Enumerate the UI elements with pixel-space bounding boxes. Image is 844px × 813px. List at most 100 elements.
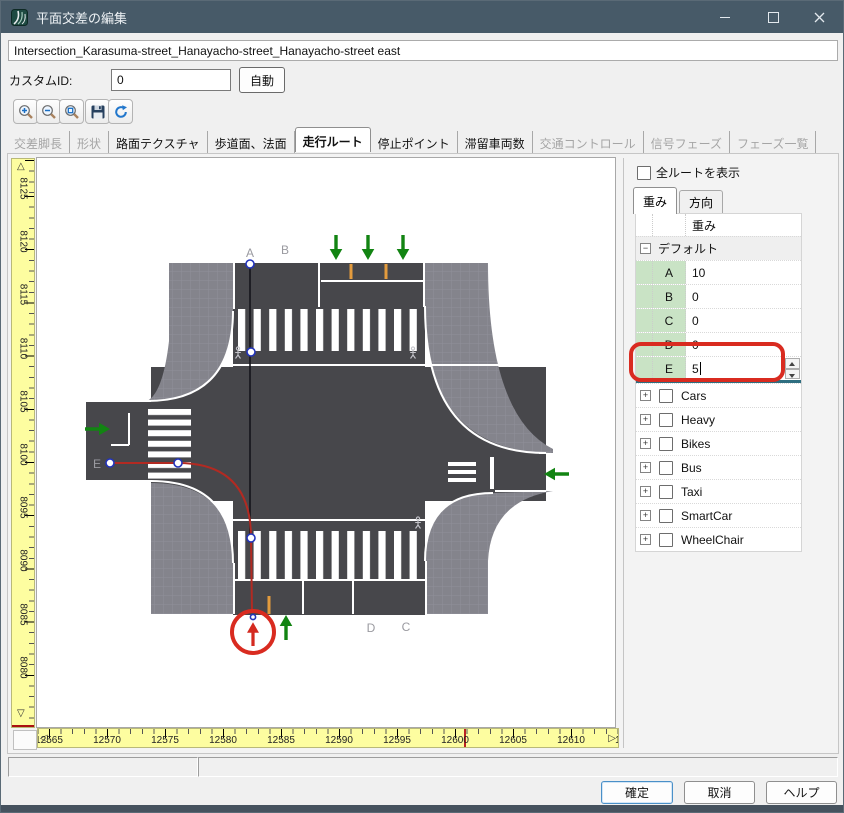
ruler-label: 8095 bbox=[18, 493, 29, 523]
ruler-label: 8090 bbox=[18, 546, 29, 576]
crosswalk-south bbox=[238, 531, 418, 579]
tab-hodoumen[interactable]: 歩道面、法面 bbox=[208, 131, 295, 154]
minimize-button[interactable] bbox=[703, 1, 747, 33]
tab-soukou-route[interactable]: 走行ルート bbox=[295, 127, 371, 152]
highlight-box-annotation bbox=[629, 342, 785, 382]
show-all-routes-row[interactable]: 全ルートを表示 bbox=[637, 164, 740, 181]
vehicle-row-cars[interactable]: Cars bbox=[636, 383, 801, 407]
weight-row-c[interactable]: C 0 bbox=[636, 308, 801, 332]
vehicle-label: Cars bbox=[681, 389, 706, 403]
weight-row-a[interactable]: A 10 bbox=[636, 260, 801, 284]
refresh-icon bbox=[113, 104, 129, 120]
custom-id-input[interactable]: 0 bbox=[111, 69, 231, 91]
refresh-button[interactable] bbox=[108, 99, 133, 124]
cancel-button[interactable]: 取消 bbox=[684, 781, 755, 804]
group-row-default[interactable]: デフォルト bbox=[636, 236, 801, 260]
minimize-icon bbox=[720, 17, 730, 18]
subtab-direction[interactable]: 方向 bbox=[679, 190, 723, 213]
vehicle-checkbox[interactable] bbox=[659, 413, 673, 427]
vehicle-row-smartcar[interactable]: SmartCar bbox=[636, 503, 801, 527]
ruler-label: 12565 bbox=[37, 735, 71, 746]
weight-value-cell[interactable]: 0 bbox=[686, 309, 801, 332]
ruler-label: 12575 bbox=[143, 735, 187, 746]
map-canvas[interactable]: A B E D C bbox=[37, 158, 615, 727]
vehicle-checkbox[interactable] bbox=[659, 509, 673, 523]
tab-romen-texture[interactable]: 路面テクスチャ bbox=[109, 131, 208, 154]
help-button[interactable]: ヘルプ bbox=[766, 781, 837, 804]
tab-tairyuu[interactable]: 滞留車両数 bbox=[458, 131, 533, 154]
vehicle-checkbox[interactable] bbox=[659, 485, 673, 499]
weight-spinner[interactable] bbox=[785, 358, 800, 379]
group-label: デフォルト bbox=[658, 240, 718, 257]
vehicle-row-wheelchair[interactable]: WheelChair bbox=[636, 527, 801, 551]
auto-button[interactable]: 自動 bbox=[239, 67, 285, 93]
arrow-down-icon bbox=[362, 235, 375, 260]
spinner-up-icon[interactable] bbox=[785, 358, 800, 369]
zoom-region-button[interactable] bbox=[59, 99, 84, 124]
subtab-weight[interactable]: 重み bbox=[633, 187, 677, 214]
intersection-map: A B E D C bbox=[37, 158, 615, 727]
close-icon bbox=[814, 12, 825, 23]
collapse-icon[interactable] bbox=[640, 243, 651, 254]
ruler-scroll-up-icon[interactable]: △ bbox=[17, 162, 25, 172]
save-button[interactable] bbox=[85, 99, 110, 124]
ruler-label: 12605 bbox=[491, 735, 535, 746]
statusbar-right bbox=[198, 757, 838, 777]
ruler-label: 8110 bbox=[18, 334, 29, 364]
zoom-out-button[interactable] bbox=[36, 99, 61, 124]
vehicle-row-heavy[interactable]: Heavy bbox=[636, 407, 801, 431]
ruler-label: 8105 bbox=[18, 387, 29, 417]
ruler-label: 8115 bbox=[18, 280, 29, 310]
ruler-label: 12585 bbox=[259, 735, 303, 746]
vehicle-row-taxi[interactable]: Taxi bbox=[636, 479, 801, 503]
zoom-in-button[interactable] bbox=[13, 99, 38, 124]
tab-shingou-phase: 信号フェーズ bbox=[644, 131, 730, 154]
weight-row-b[interactable]: B 0 bbox=[636, 284, 801, 308]
expand-icon[interactable] bbox=[640, 486, 651, 497]
intersection-name-input[interactable]: Intersection_Karasuma-street_Hanayacho-s… bbox=[8, 40, 838, 61]
show-all-routes-checkbox[interactable] bbox=[637, 166, 651, 180]
ruler-label: 12610 bbox=[549, 735, 593, 746]
panel-divider bbox=[623, 158, 624, 748]
vehicle-checkbox[interactable] bbox=[659, 389, 673, 403]
app-icon bbox=[11, 9, 28, 26]
custom-id-value: 0 bbox=[117, 73, 124, 87]
expand-icon[interactable] bbox=[640, 510, 651, 521]
ruler-label: 12570 bbox=[85, 735, 129, 746]
vehicle-row-bikes[interactable]: Bikes bbox=[636, 431, 801, 455]
crosswalk-north bbox=[238, 309, 418, 351]
expand-icon[interactable] bbox=[640, 534, 651, 545]
ruler-corner-box[interactable] bbox=[13, 730, 37, 750]
maximize-button[interactable] bbox=[751, 1, 795, 33]
show-all-routes-label: 全ルートを表示 bbox=[656, 164, 740, 181]
route-key-cell: C bbox=[653, 309, 686, 332]
expand-icon[interactable] bbox=[640, 414, 651, 425]
row-marker-cell bbox=[636, 309, 653, 332]
spinner-down-icon[interactable] bbox=[785, 369, 800, 380]
save-icon bbox=[90, 104, 106, 120]
maximize-icon bbox=[768, 12, 779, 23]
row-marker-cell bbox=[636, 285, 653, 308]
expand-icon[interactable] bbox=[640, 438, 651, 449]
zoom-out-icon bbox=[41, 104, 57, 120]
ok-button[interactable]: 確定 bbox=[601, 781, 673, 804]
vehicle-checkbox[interactable] bbox=[659, 461, 673, 475]
route-label-e: E bbox=[93, 457, 101, 471]
vehicle-checkbox[interactable] bbox=[659, 437, 673, 451]
route-key-cell: A bbox=[653, 261, 686, 284]
tab-keijou: 形状 bbox=[70, 131, 109, 154]
main-tab-bar: 交差脚長形状路面テクスチャ歩道面、法面走行ルート停止ポイント滞留車両数交通コント… bbox=[7, 129, 839, 153]
route-key-cell: B bbox=[653, 285, 686, 308]
selected-route-arrow-icon[interactable] bbox=[247, 622, 259, 646]
expand-icon[interactable] bbox=[640, 462, 651, 473]
vehicle-checkbox[interactable] bbox=[659, 533, 673, 547]
intersection-name-value: Intersection_Karasuma-street_Hanayacho-s… bbox=[14, 44, 400, 58]
close-button[interactable] bbox=[797, 1, 841, 33]
ruler-scroll-down-icon[interactable]: ▽ bbox=[17, 709, 25, 719]
weight-value-cell[interactable]: 0 bbox=[686, 285, 801, 308]
tab-phase-ichiran: フェーズ一覧 bbox=[730, 131, 816, 154]
expand-icon[interactable] bbox=[640, 390, 651, 401]
vehicle-row-bus[interactable]: Bus bbox=[636, 455, 801, 479]
weight-value-cell[interactable]: 10 bbox=[686, 261, 801, 284]
tab-teishi-point[interactable]: 停止ポイント bbox=[371, 131, 458, 154]
